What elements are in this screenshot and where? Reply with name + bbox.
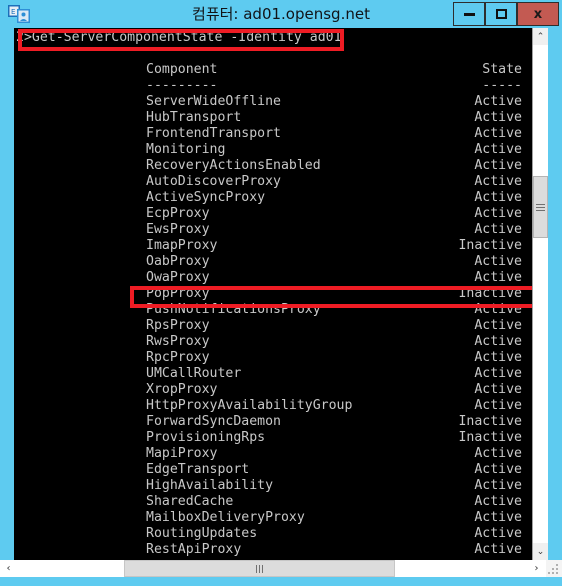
table-row: EcpProxy Active — [14, 206, 530, 222]
scroll-up-arrow-icon[interactable]: ⌃ — [533, 28, 548, 45]
cell-state: Active — [474, 510, 522, 525]
table-row: MailboxDeliveryProxy Active — [14, 510, 530, 526]
table-row: HighAvailability Active — [14, 478, 530, 494]
cell-state: Active — [474, 478, 522, 493]
cell-state: Active — [474, 302, 522, 317]
table-row: RwsProxy Active — [14, 334, 530, 350]
cell-state: Active — [474, 446, 522, 461]
vertical-scrollbar[interactable]: ⌃ ⌄ — [532, 28, 548, 560]
table-row: EwsProxy Active — [14, 222, 530, 238]
cell-state: Active — [474, 542, 522, 557]
cell-state: Inactive — [458, 430, 522, 445]
cell-state: Active — [474, 222, 522, 237]
minimize-icon — [463, 12, 475, 16]
console-rule-row: --------- ----- — [14, 78, 530, 94]
grip-line — [536, 203, 545, 205]
table-row: PopProxy Inactive — [14, 286, 530, 302]
table-row: Monitoring Active — [14, 142, 530, 158]
table-row: FrontendTransport Active — [14, 126, 530, 142]
table-row: RpsProxy Active — [14, 318, 530, 334]
grip-line — [256, 564, 257, 573]
table-row: RoutingUpdates Active — [14, 526, 530, 542]
console-frame: 2>Get-ServerComponentState -Identity ad0… — [14, 28, 548, 576]
table-row: OwaProxy Active — [14, 270, 530, 286]
table-row: HttpProxyAvailabilityGroup Active — [14, 398, 530, 414]
grip-line — [259, 564, 260, 573]
cell-state: Active — [474, 334, 522, 349]
cell-state: Active — [474, 142, 522, 157]
table-row: ForwardSyncDaemon Inactive — [14, 414, 530, 430]
grip-line — [536, 206, 545, 208]
cell-state: Active — [474, 174, 522, 189]
column-header-state: State — [482, 62, 522, 77]
console-command-text: 2>Get-ServerComponentState -Identity ad0… — [16, 30, 342, 45]
scroll-down-arrow-icon[interactable]: ⌄ — [533, 543, 548, 560]
table-row: OabProxy Active — [14, 254, 530, 270]
grip-line — [262, 564, 263, 573]
cell-state: Active — [474, 462, 522, 477]
cell-state: Active — [474, 94, 522, 109]
console-prompt-line: 2>Get-ServerComponentState -Identity ad0… — [14, 30, 530, 46]
table-row: MapiProxy Active — [14, 446, 530, 462]
cell-state: Active — [474, 254, 522, 269]
cell-state: Active — [474, 526, 522, 541]
table-row: ActiveSyncProxy Active — [14, 190, 530, 206]
table-row: RestApiProxy Active — [14, 542, 530, 558]
cell-state: Active — [474, 382, 522, 397]
cell-state: Inactive — [458, 414, 522, 429]
table-row: HubTransport Active — [14, 110, 530, 126]
table-row: ImapProxy Inactive — [14, 238, 530, 254]
grip-line — [536, 209, 545, 211]
table-row: UMCallRouter Active — [14, 366, 530, 382]
cell-state: Active — [474, 350, 522, 365]
cell-state: Active — [474, 366, 522, 381]
console-header-row: Component State — [14, 62, 530, 78]
scroll-right-arrow-icon[interactable]: › — [528, 560, 545, 577]
console-output[interactable]: 2>Get-ServerComponentState -Identity ad0… — [14, 28, 530, 576]
cell-state: Active — [474, 494, 522, 509]
cell-state: Active — [474, 270, 522, 285]
table-row: RecoveryActionsEnabled Active — [14, 158, 530, 174]
cell-state: Active — [474, 318, 522, 333]
cell-state: Inactive — [458, 286, 522, 301]
cell-state: Active — [474, 110, 522, 125]
cell-state: Inactive — [458, 238, 522, 253]
column-rule-state: ----- — [482, 78, 522, 93]
table-row: XropProxy Active — [14, 382, 530, 398]
window-bottom-edge — [0, 577, 562, 586]
cell-state: Active — [474, 398, 522, 413]
restore-icon — [495, 9, 507, 19]
minimize-button[interactable] — [453, 2, 485, 26]
table-row: EdgeTransport Active — [14, 462, 530, 478]
restore-button[interactable] — [485, 2, 517, 26]
horizontal-scrollbar-thumb[interactable] — [124, 560, 395, 577]
table-row: SharedCache Active — [14, 494, 530, 510]
horizontal-scrollbar[interactable]: ‹ › — [0, 560, 562, 577]
remote-desktop-window: E 컴퓨터: ad01.opensg.net x 2>Get-ServerCom… — [0, 0, 562, 586]
titlebar: E 컴퓨터: ad01.opensg.net x — [0, 0, 562, 28]
cell-state: Active — [474, 190, 522, 205]
table-row: RpcProxy Active — [14, 350, 530, 366]
vertical-scrollbar-thumb[interactable] — [533, 176, 548, 238]
table-row: ServerWideOffline Active — [14, 94, 530, 110]
table-row: ProvisioningRps Inactive — [14, 430, 530, 446]
table-row: AutoDiscoverProxy Active — [14, 174, 530, 190]
cell-state: Active — [474, 206, 522, 221]
table-row: PushNotificationsProxy Active — [14, 302, 530, 318]
cell-state: Active — [474, 126, 522, 141]
cell-state: Active — [474, 158, 522, 173]
scroll-left-arrow-icon[interactable]: ‹ — [0, 560, 17, 577]
resize-grip[interactable] — [546, 560, 562, 577]
close-button[interactable]: x — [517, 2, 559, 26]
